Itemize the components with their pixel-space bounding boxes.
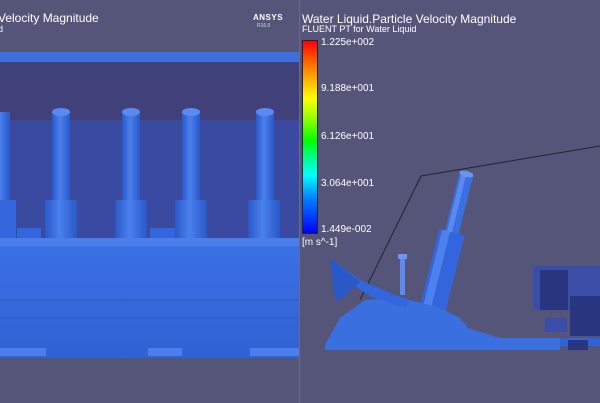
colorbar-max-label: 1.225e+002 [321,37,375,48]
base-block [0,246,300,358]
left-title: Velocity Magnitude [0,11,99,25]
colorbar-label-2: 6.126e+001 [321,131,375,142]
tilted-cylinder [419,170,474,314]
left-subtitle: d [0,24,4,34]
colorbar-gradient [302,40,318,234]
colorbar-label-3: 3.064e+001 [321,178,375,189]
colorbar-units: [m s^-1] [302,237,338,248]
colorbar-label-1: 9.188e+001 [321,83,375,94]
right-viewport[interactable]: Water Liquid.Particle Velocity Magnitude… [300,0,600,403]
base-top-edge [0,238,300,246]
ansys-version: R16.0 [257,23,271,29]
ansys-logo: ANSYS [253,13,284,22]
colorbar-min-label: 1.449e-002 [321,224,372,235]
right-subtitle: FLUENT PT for Water Liquid [302,24,417,34]
right-geometry-render [325,145,600,350]
left-viewport[interactable]: Velocity Magnitude d ANSYS R16.0 [0,0,300,403]
chamber-upper-shade [0,62,300,120]
top-beam [0,52,300,62]
bottom-body [325,298,515,350]
left-geometry-render [0,52,300,358]
